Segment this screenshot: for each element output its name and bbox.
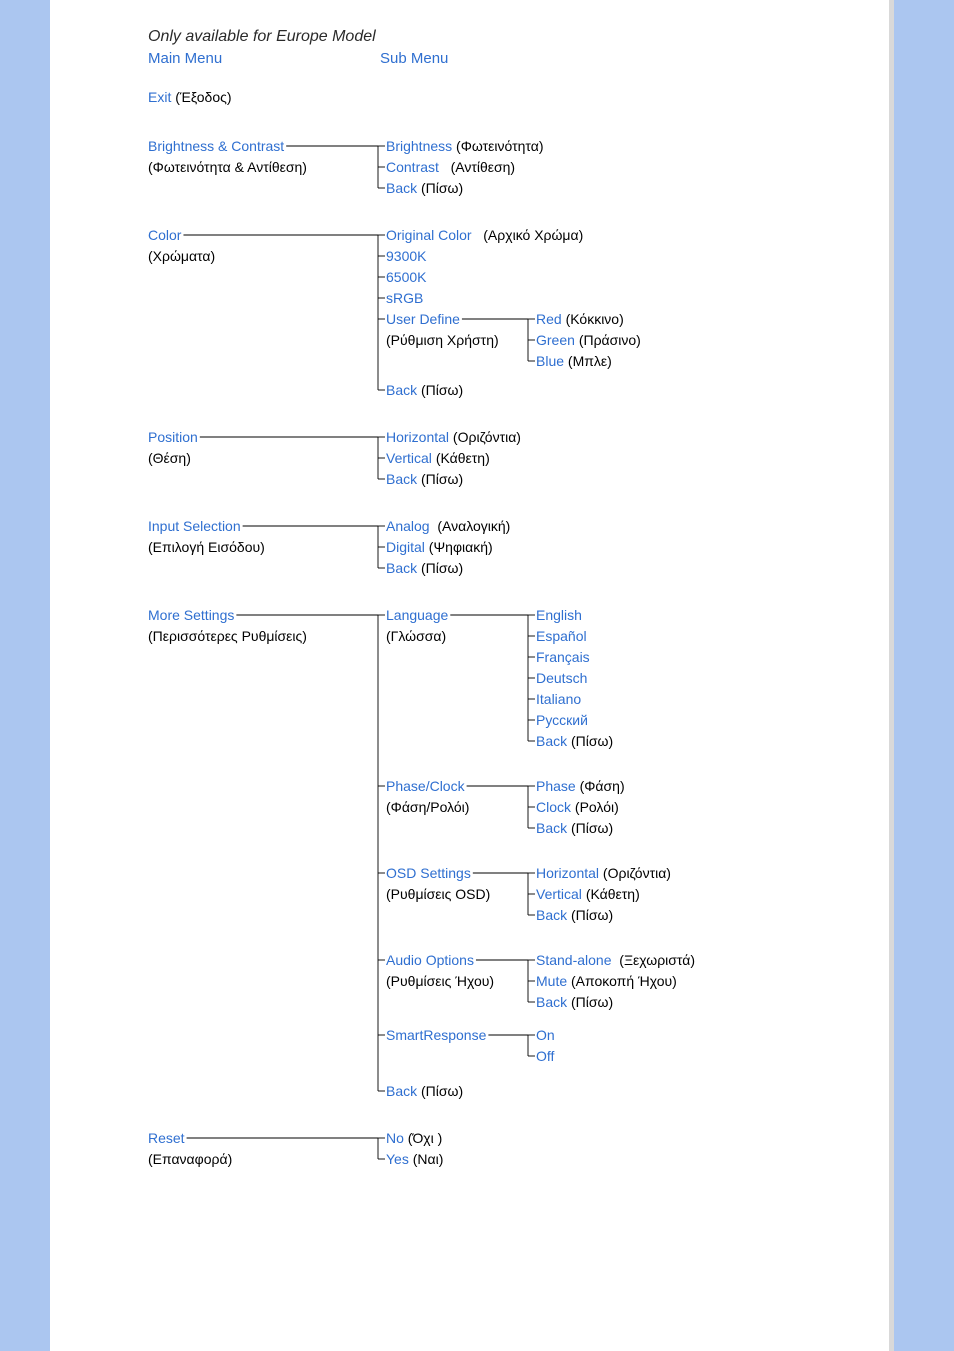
sub-6500k: 6500K (386, 267, 641, 288)
sub-vertical: Vertical (Κάθετη) (386, 448, 521, 469)
sub-original-color: Original Color (Αρχικό Χρώμα) (386, 225, 641, 246)
menu-brightness-contrast-trans: (Φωτεινότητα & Αντίθεση) (148, 159, 307, 175)
third-blue: Blue (Μπλε) (536, 351, 641, 372)
sub-horizontal: Horizontal (Οριζόντια) (386, 427, 521, 448)
third-english: English (536, 605, 613, 626)
third-espanol: Español (536, 626, 613, 647)
sub-input-back: Back (Πίσω) (386, 558, 510, 579)
sub-digital: Digital (Ψηφιακή) (386, 537, 510, 558)
sub-brightness: Brightness (Φωτεινότητα) (386, 136, 544, 157)
third-stand-alone: Stand-alone (Ξεχωριστά) (536, 950, 695, 971)
sub-smart-response: SmartResponse (386, 1025, 526, 1046)
menu-exit: Exit (Έξοδος) (148, 87, 376, 108)
third-phase-back: Back (Πίσω) (536, 818, 625, 839)
third-mute: Mute (Αποκοπή Ήχου) (536, 971, 695, 992)
sub-contrast: Contrast (Αντίθεση) (386, 157, 544, 178)
third-phase: Phase (Φάση) (536, 776, 625, 797)
sub-color-back: Back (Πίσω) (386, 380, 641, 401)
sub-menu-header: Sub Menu (380, 50, 448, 67)
sub-phase-clock: Phase/Clock (Φάση/Ρολόι) (386, 776, 526, 818)
menu-brightness-contrast-label: Brightness & Contrast (148, 138, 284, 154)
menu-exit-trans: (Έξοδος) (175, 89, 231, 105)
third-lang-back: Back (Πίσω) (536, 731, 613, 752)
sub-language: Language (Γλώσσα) (386, 605, 526, 647)
main-menu-header: Main Menu (148, 50, 380, 67)
menu-exit-label: Exit (148, 89, 171, 105)
third-osd-horizontal: Horizontal (Οριζόντια) (536, 863, 671, 884)
third-osd-vertical: Vertical (Κάθετη) (536, 884, 671, 905)
menu-brightness-contrast: Brightness & Contrast (Φωτεινότητα & Αντ… (148, 136, 376, 178)
sub-back: Back (Πίσω) (386, 178, 544, 199)
sub-audio-options: Audio Options (Ρυθμίσεις Ήχου) (386, 950, 526, 992)
sub-srgb: sRGB (386, 288, 641, 309)
sub-user-define: User Define (Ρύθμιση Χρήστη) (386, 309, 526, 351)
menu-position: Position (Θέση) (148, 427, 376, 469)
menu-reset: Reset (Επαναφορά) (148, 1128, 376, 1170)
sub-more-back: Back (Πίσω) (386, 1081, 695, 1102)
third-italiano: Italiano (536, 689, 613, 710)
third-red: Red (Κόκκινο) (536, 309, 641, 330)
sub-9300k: 9300K (386, 246, 641, 267)
third-russian: Русский (536, 710, 613, 731)
sub-no: No (Όχι ) (386, 1128, 443, 1149)
third-clock: Clock (Ρολόι) (536, 797, 625, 818)
third-deutsch: Deutsch (536, 668, 613, 689)
menu-input-selection: Input Selection (Επιλογή Εισόδου) (148, 516, 376, 558)
sub-position-back: Back (Πίσω) (386, 469, 521, 490)
sub-osd-settings: OSD Settings (Ρυθμίσεις OSD) (386, 863, 526, 905)
third-on: On (536, 1025, 555, 1046)
third-audio-back: Back (Πίσω) (536, 992, 695, 1013)
sub-yes: Yes (Ναι) (386, 1149, 443, 1170)
europe-model-note: Only available for Europe Model (148, 28, 894, 46)
third-osd-back: Back (Πίσω) (536, 905, 671, 926)
sub-analog: Analog (Αναλογική) (386, 516, 510, 537)
menu-color: Color (Χρώματα) (148, 225, 376, 267)
third-off: Off (536, 1046, 555, 1067)
third-green: Green (Πράσινο) (536, 330, 641, 351)
menu-more-settings: More Settings (Περισσότερες Ρυθμίσεις) (148, 605, 376, 647)
third-francais: Français (536, 647, 613, 668)
menu-headers: Main Menu Sub Menu (148, 50, 894, 67)
